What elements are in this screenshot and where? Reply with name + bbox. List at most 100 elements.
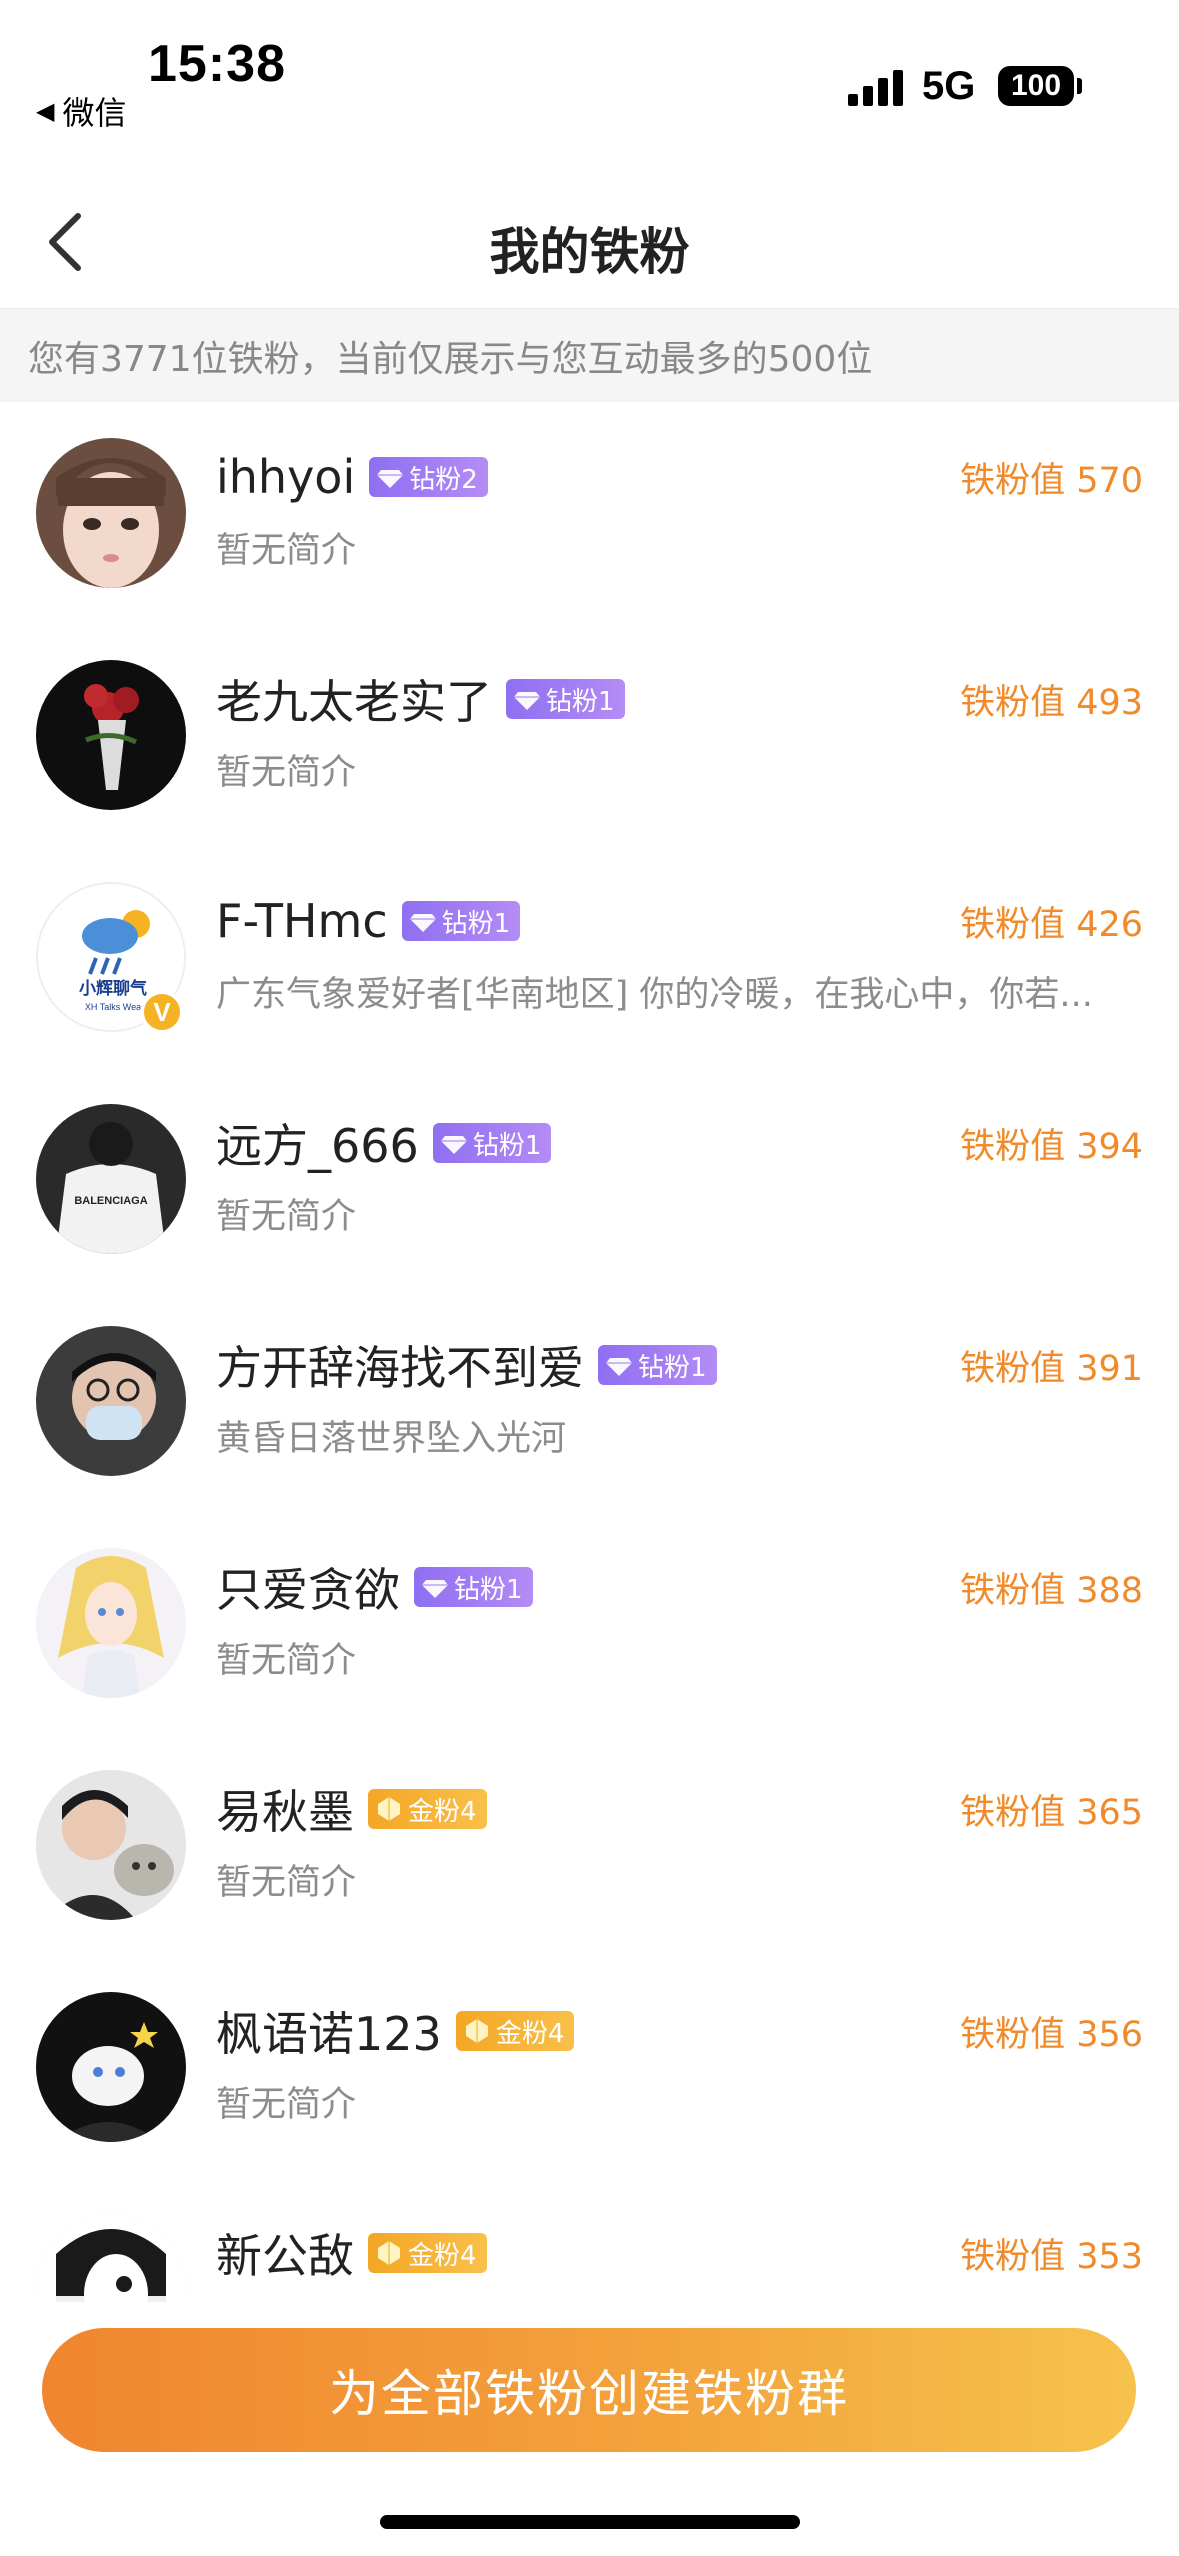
fan-bio: 暂无简介 xyxy=(216,1863,357,1903)
badge-label: 钻粉1 xyxy=(472,1130,542,1161)
fan-name: 方开辞海找不到爱 xyxy=(216,1341,584,1395)
fan-level-badge: 钻粉1 xyxy=(506,679,625,719)
badge-label: 钻粉1 xyxy=(454,1574,523,1605)
fan-level-badge: 钻粉1 xyxy=(432,1123,552,1163)
fan-name-line: 方开辞海找不到爱 钻粉1 xyxy=(216,1332,717,1398)
fan-row[interactable]: 小辉聊气 XH Talks Wea V F-THmc 钻粉1 广东气象爱好者[华… xyxy=(0,846,1179,1068)
fan-row[interactable]: BALENCIAGA 远方_666 钻粉1 暂无简介 铁粉值 394 xyxy=(0,1068,1179,1290)
fan-name-line: 枫语诺123 金粉4 xyxy=(216,1998,575,2064)
fan-score: 铁粉值 493 xyxy=(960,683,1143,723)
badge-label: 钻粉1 xyxy=(638,1352,707,1383)
diamond-icon xyxy=(514,692,540,710)
fan-bio: 暂无简介 xyxy=(216,1197,357,1237)
fan-bio: 黄昏日落世界坠入光河 xyxy=(216,1419,567,1459)
fan-row[interactable]: 新公敌 金粉4 铁粉值 353 xyxy=(0,2178,1179,2302)
gold-gem-icon xyxy=(378,1797,400,1821)
fan-name-line: 老九太老实了 钻粉1 xyxy=(216,666,625,732)
avatar-image xyxy=(36,1548,186,1698)
fan-name-line: 易秋墨 金粉4 xyxy=(216,1776,487,1842)
back-to-app-link[interactable]: ◀ 微信 xyxy=(36,88,126,134)
avatar[interactable] xyxy=(36,438,186,588)
fan-level-badge: 金粉4 xyxy=(368,2233,487,2273)
avatar-image xyxy=(36,1770,186,1920)
fan-name: 枫语诺123 xyxy=(216,2007,442,2061)
fan-row[interactable]: 老九太老实了 钻粉1 暂无简介 铁粉值 493 xyxy=(0,624,1179,846)
avatar[interactable]: BALENCIAGA xyxy=(36,1104,186,1254)
badge-label: 钻粉1 xyxy=(546,686,615,717)
badge-label: 金粉4 xyxy=(408,1796,477,1827)
fan-row[interactable]: 方开辞海找不到爱 钻粉1 黄昏日落世界坠入光河 铁粉值 391 xyxy=(0,1290,1179,1512)
diamond-icon xyxy=(409,914,436,932)
badge-label: 钻粉2 xyxy=(409,464,478,495)
fan-score: 铁粉值 570 xyxy=(960,461,1143,501)
avatar[interactable] xyxy=(36,1992,186,2142)
fan-bio: 暂无简介 xyxy=(216,2085,357,2125)
signal-icon xyxy=(848,70,904,106)
battery-level: 100 xyxy=(1010,69,1062,102)
avatar[interactable] xyxy=(36,1326,186,1476)
nav-bar: 我的铁粉 xyxy=(0,170,1179,310)
avatar[interactable] xyxy=(36,660,186,810)
fan-name-line: 只爱贪欲 钻粉1 xyxy=(216,1554,533,1620)
diamond-icon xyxy=(440,1136,467,1154)
avatar-image: BALENCIAGA xyxy=(36,1104,186,1254)
fan-list: ihhyoi 钻粉2 暂无简介 铁粉值 570 老九太老实了 钻粉1 暂无简介 … xyxy=(0,402,1179,2302)
avatar-image xyxy=(36,2214,186,2302)
diamond-icon xyxy=(422,1580,448,1598)
avatar-shirt-text: BALENCIAGA xyxy=(74,1195,147,1207)
fan-score: 铁粉值 394 xyxy=(960,1127,1143,1167)
fan-row[interactable]: 只爱贪欲 钻粉1 暂无简介 铁粉值 388 xyxy=(0,1512,1179,1734)
fan-score: 铁粉值 356 xyxy=(960,2015,1143,2055)
fan-level-badge: 钻粉1 xyxy=(401,901,521,941)
fan-name-line: 新公敌 金粉4 xyxy=(216,2220,487,2286)
avatar[interactable] xyxy=(36,1548,186,1698)
fan-name: 易秋墨 xyxy=(216,1785,354,1839)
fan-score: 铁粉值 388 xyxy=(960,1571,1143,1611)
fan-level-badge: 金粉4 xyxy=(368,1789,487,1829)
battery-icon: 100 xyxy=(998,66,1074,106)
fan-level-badge: 金粉4 xyxy=(455,2011,575,2051)
avatar-image xyxy=(36,438,186,588)
fan-level-badge: 钻粉1 xyxy=(414,1567,533,1607)
avatar-channel-text: 小辉聊气 xyxy=(79,978,147,999)
back-triangle-icon: ◀ xyxy=(36,97,55,125)
badge-label: 金粉4 xyxy=(408,2240,477,2271)
create-fan-group-button[interactable]: 为全部铁粉创建铁粉群 xyxy=(42,2328,1136,2452)
fans-notice: 您有3771位铁粉，当前仅展示与您互动最多的500位 xyxy=(0,308,1179,402)
page-title: 我的铁粉 xyxy=(489,223,690,281)
fan-name: 新公敌 xyxy=(216,2229,354,2283)
badge-label: 钻粉1 xyxy=(441,908,511,939)
avatar[interactable] xyxy=(36,1770,186,1920)
fan-row[interactable]: 易秋墨 金粉4 暂无简介 铁粉值 365 xyxy=(0,1734,1179,1956)
status-bar: 15:38 ◀ 微信 5G 100 xyxy=(0,0,1179,150)
network-label: 5G xyxy=(922,64,976,108)
avatar-image xyxy=(36,1992,186,2142)
fan-name: ihhyoi xyxy=(216,450,356,504)
avatar-channel-subtext: XH Talks Wea xyxy=(85,1002,141,1012)
badge-label: 金粉4 xyxy=(495,2018,565,2049)
avatar[interactable] xyxy=(36,2214,186,2302)
gold-gem-icon xyxy=(465,2019,488,2043)
fan-row[interactable]: 枫语诺123 金粉4 暂无简介 铁粉值 356 xyxy=(0,1956,1179,2178)
fan-bio: 暂无简介 xyxy=(216,531,357,571)
fan-row[interactable]: ihhyoi 钻粉2 暂无简介 铁粉值 570 xyxy=(0,402,1179,624)
fan-name: 老九太老实了 xyxy=(216,675,492,729)
fan-level-badge: 钻粉2 xyxy=(369,457,488,497)
fans-page: 15:38 ◀ 微信 5G 100 我的铁粉 您有3771位铁粉，当前仅展示与您… xyxy=(0,0,1179,2556)
battery-tip xyxy=(1077,78,1082,94)
fan-bio: 广东气象爱好者[华南地区] 你的冷暖，在我心中，你若... xyxy=(216,975,1093,1015)
home-indicator[interactable] xyxy=(380,2515,800,2529)
fan-bio: 暂无简介 xyxy=(216,1641,357,1681)
fan-name-line: 远方_666 钻粉1 xyxy=(216,1110,552,1176)
fan-name-line: ihhyoi 钻粉2 xyxy=(216,444,488,510)
fan-level-badge: 钻粉1 xyxy=(598,1345,717,1385)
fan-name: F-THmc xyxy=(216,894,388,948)
fan-score: 铁粉值 365 xyxy=(960,1793,1143,1833)
fan-score: 铁粉值 426 xyxy=(960,905,1143,945)
status-time: 15:38 xyxy=(148,35,286,93)
fan-name: 远方_666 xyxy=(216,1119,419,1173)
fan-name-line: F-THmc 钻粉1 xyxy=(216,888,521,954)
diamond-icon xyxy=(606,1358,632,1376)
avatar-image xyxy=(36,1326,186,1476)
back-app-label: 微信 xyxy=(62,94,127,132)
